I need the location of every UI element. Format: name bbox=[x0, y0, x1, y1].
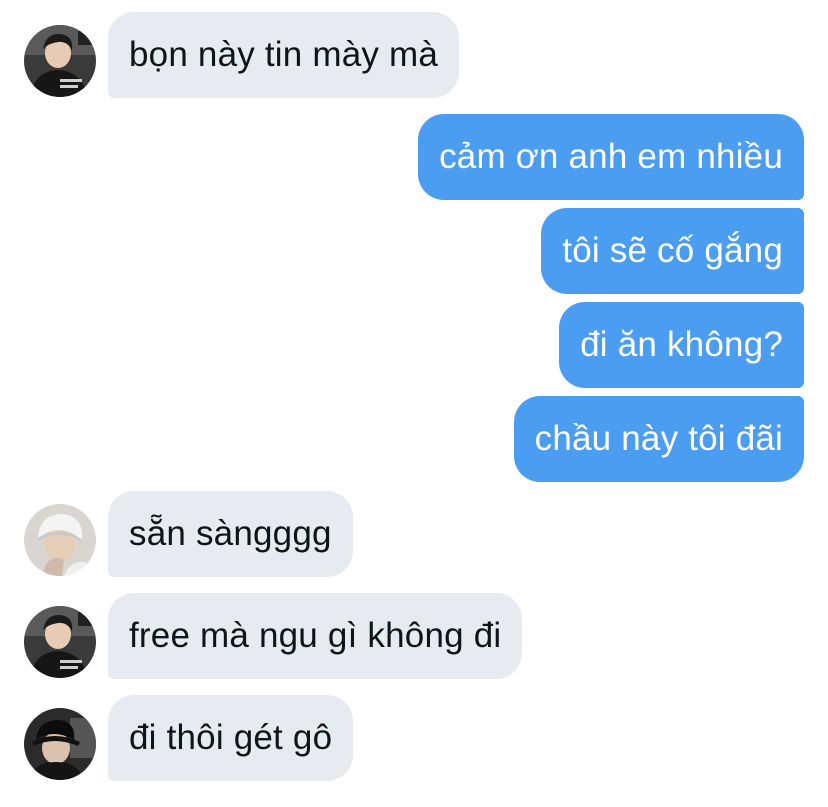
message-text: sẵn sàngggg bbox=[129, 514, 332, 553]
message-bubble-incoming[interactable]: bọn này tin mày mà bbox=[108, 12, 460, 98]
message-bubble-incoming[interactable]: sẵn sàngggg bbox=[108, 491, 353, 577]
message-bubble-outgoing[interactable]: tôi sẽ cố gắng bbox=[541, 208, 804, 294]
message-text: free mà ngu gì không đi bbox=[129, 616, 502, 655]
avatar-dark-hoodie-icon[interactable] bbox=[24, 25, 96, 97]
message-bubble-outgoing[interactable]: chầu này tôi đãi bbox=[513, 396, 804, 482]
message-text: bọn này tin mày mà bbox=[129, 35, 439, 74]
avatar-dark-hoodie-icon[interactable] bbox=[24, 606, 96, 678]
message-bubble-outgoing[interactable]: đi ăn không? bbox=[559, 302, 804, 388]
message-text: cảm ơn anh em nhiều bbox=[439, 137, 783, 176]
avatar-black-cap-icon[interactable] bbox=[24, 708, 96, 780]
message-text: đi ăn không? bbox=[580, 325, 783, 364]
message-bubble-incoming[interactable]: đi thôi gét gô bbox=[108, 695, 354, 781]
message-bubble-incoming[interactable]: free mà ngu gì không đi bbox=[108, 593, 523, 679]
message-text: chầu này tôi đãi bbox=[534, 419, 783, 458]
message-text: tôi sẽ cố gắng bbox=[562, 231, 783, 270]
message-text: đi thôi gét gô bbox=[129, 718, 333, 757]
avatar-white-beanie-icon[interactable] bbox=[24, 504, 96, 576]
message-bubble-outgoing[interactable]: cảm ơn anh em nhiều bbox=[418, 114, 804, 200]
